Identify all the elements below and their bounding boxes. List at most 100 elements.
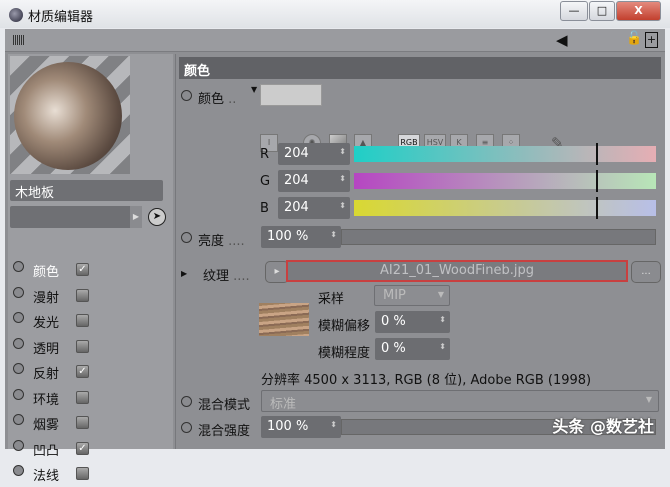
channel-radio[interactable] [13, 312, 24, 323]
slider-handle[interactable] [595, 197, 598, 219]
blend-mode-dropdown[interactable]: 标准 ▼ [261, 390, 659, 412]
window-title: 材质编辑器 [28, 10, 94, 25]
channel-radio[interactable] [13, 363, 24, 374]
browse-button[interactable]: ... [631, 261, 661, 283]
section-header: 颜色 [179, 57, 661, 79]
channel-label: 反射 [33, 367, 60, 382]
channel-label: 漫射 [33, 290, 60, 306]
channel-checkbox[interactable] [76, 390, 89, 404]
slider-handle[interactable] [595, 143, 598, 165]
color-swatch[interactable] [260, 84, 322, 106]
b-slider[interactable] [354, 197, 656, 219]
b-label: B [260, 201, 269, 216]
channel-checkbox[interactable] [76, 314, 89, 327]
texture-file-field[interactable]: AI21_01_WoodFineb.jpg [286, 260, 628, 282]
dropdown-arrow-icon: ▶ [130, 206, 142, 228]
channel-radio[interactable] [13, 388, 24, 400]
channel-label: 颜色 [33, 265, 60, 280]
grip-icon[interactable] [13, 35, 25, 45]
color-row: 颜色 .. ▼ [181, 85, 257, 107]
blend-strength-label: 混合强度 [198, 424, 251, 439]
blend-strength-row: 混合强度 [181, 420, 250, 439]
blend-mode-label: 混合模式 [198, 398, 251, 413]
brightness-row: 亮度 .... [181, 230, 245, 249]
g-label: G [260, 174, 271, 189]
r-input[interactable]: 204 ⬍ [278, 143, 350, 165]
channel-item[interactable]: 透明 [13, 336, 113, 360]
channel-item[interactable]: 反射 ✓ [13, 361, 113, 385]
watermark: 头条 @数艺社 [552, 417, 654, 436]
brightness-radio[interactable] [181, 232, 192, 243]
sampling-label: 采样 [318, 292, 345, 307]
channel-checkbox[interactable] [76, 467, 89, 480]
app-logo-icon [9, 8, 23, 22]
channel-item[interactable]: 漫射 [13, 285, 113, 309]
sampling-dropdown[interactable]: MIP ▼ [374, 285, 450, 306]
channel-item[interactable]: 环境 [13, 387, 113, 411]
lock-icon[interactable]: 🔓 [626, 31, 642, 46]
texture-thumbnail [259, 303, 309, 336]
blur-scale-input[interactable]: 0 % ⬍ [375, 338, 450, 360]
material-name-field[interactable]: 木地板 [10, 180, 163, 201]
channel-label: 透明 [33, 341, 60, 357]
material-editor: ◀ 🔓 + 木地板 ▶ ➤ 颜色 ✓ 漫射发光透明反射 ✓ 环境烟雾凹凸 ✓ 法线 颜色 颜… [5, 29, 665, 484]
brightness-input[interactable]: 100 % ⬍ [261, 226, 341, 248]
g-slider[interactable] [354, 170, 656, 192]
channel-radio[interactable] [13, 414, 24, 425]
back-arrow-icon[interactable]: ◀ [556, 31, 568, 49]
channel-checkbox[interactable] [76, 288, 89, 302]
channel-checkbox[interactable]: ✓ [76, 441, 89, 455]
blend-mode-row: 混合模式 [181, 394, 250, 413]
channel-label: 凹凸 [33, 443, 60, 459]
texture-label: 纹理 [203, 269, 230, 284]
blend-strength-input[interactable]: 100 % ⬍ [261, 416, 341, 438]
channel-checkbox[interactable] [76, 339, 89, 353]
texture-info: 分辨率 4500 x 3113, RGB (8 位), Adobe RGB (1… [261, 373, 592, 388]
material-preview[interactable] [10, 56, 130, 174]
channel-radio[interactable] [13, 286, 24, 298]
channel-item[interactable]: 烟雾 [13, 412, 113, 436]
brightness-slider[interactable] [341, 229, 656, 245]
channel-label: 环境 [33, 392, 60, 408]
toolbar: ◀ 🔓 + [5, 29, 665, 52]
channel-label: 烟雾 [33, 418, 60, 433]
blend-strength-radio[interactable] [181, 422, 192, 433]
channel-checkbox[interactable]: ✓ [76, 365, 89, 378]
g-input[interactable]: 204 ⬍ [278, 170, 350, 192]
channel-item[interactable]: 法线 [13, 463, 113, 487]
channel-sidebar: 木地板 ▶ ➤ 颜色 ✓ 漫射发光透明反射 ✓ 环境烟雾凹凸 ✓ 法线 [8, 54, 173, 484]
channel-radio[interactable] [13, 337, 24, 349]
blur-offset-label: 模糊偏移 [318, 319, 371, 334]
channel-radio[interactable] [13, 261, 24, 272]
minimize-button[interactable]: — [560, 1, 588, 21]
title-bar: 材质编辑器 — □ X [0, 0, 670, 28]
channel-checkbox[interactable] [76, 416, 89, 429]
color-label: 颜色 [198, 92, 225, 107]
channel-label: 法线 [33, 469, 60, 484]
texture-row: ▶ 纹理 .... [181, 269, 250, 284]
preview-sphere [14, 62, 122, 170]
layer-dropdown[interactable]: ▶ [10, 206, 142, 228]
b-input[interactable]: 204 ⬍ [278, 197, 350, 219]
blend-mode-radio[interactable] [181, 396, 192, 407]
channel-checkbox[interactable]: ✓ [76, 263, 89, 276]
brightness-label: 亮度 [198, 234, 225, 249]
channel-item[interactable]: 凹凸 ✓ [13, 438, 113, 462]
attributes-panel: 颜色 颜色 .. ▼ I ✺ ▲ RGB HSV K ≡ ⁘ ✎ R 204⬍ … [175, 54, 665, 449]
close-button[interactable]: X [616, 1, 661, 21]
r-label: R [260, 147, 270, 162]
color-radio[interactable] [181, 90, 192, 101]
channel-item[interactable]: 发光 [13, 310, 113, 334]
channel-radio[interactable] [13, 465, 24, 476]
slider-handle[interactable] [595, 170, 598, 192]
new-window-icon[interactable]: + [645, 32, 658, 48]
channel-label: 发光 [33, 316, 60, 331]
r-slider[interactable] [354, 143, 656, 165]
expand-arrow-icon[interactable]: ▶ [181, 269, 187, 278]
blur-scale-label: 模糊程度 [318, 346, 371, 361]
blur-offset-input[interactable]: 0 % ⬍ [375, 311, 450, 333]
channel-item[interactable]: 颜色 ✓ [13, 259, 113, 283]
expand-arrow-icon[interactable]: ▼ [251, 85, 257, 94]
maximize-button[interactable]: □ [589, 1, 615, 21]
pointer-icon[interactable]: ➤ [148, 208, 166, 226]
